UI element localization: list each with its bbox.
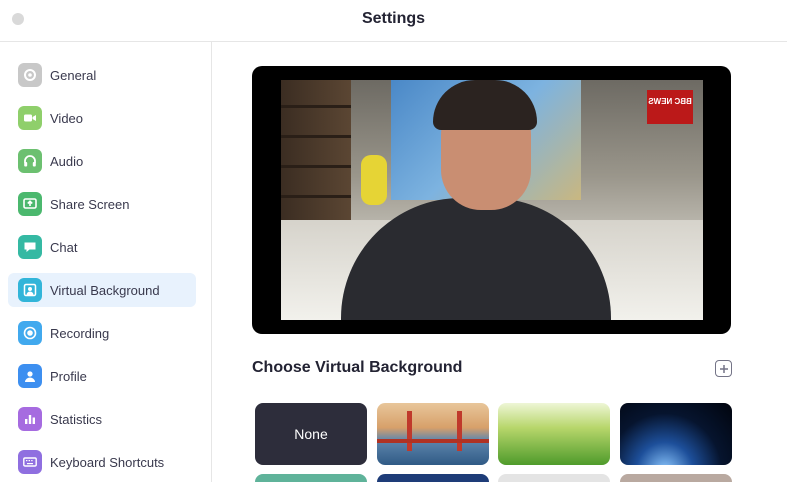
background-option-grass[interactable] — [498, 403, 610, 465]
video-preview: BBC NEWS — [252, 66, 731, 334]
sidebar-item-label: Video — [50, 110, 84, 126]
sidebar-item-statistics[interactable]: Statistics — [8, 402, 196, 436]
background-option-none[interactable]: None — [255, 403, 367, 465]
profile-icon — [18, 364, 42, 388]
settings-sidebar: General Video Audio Share Screen Chat Vi… — [0, 42, 212, 482]
background-option-row2-2[interactable] — [377, 474, 489, 482]
share-screen-icon — [18, 192, 42, 216]
keyboard-icon — [18, 450, 42, 474]
sidebar-item-label: Profile — [50, 368, 87, 384]
person-body — [341, 198, 611, 320]
add-background-button[interactable] — [715, 360, 732, 377]
person-frame-icon — [18, 278, 42, 302]
title-bar: Settings — [0, 0, 787, 42]
camera-feed: BBC NEWS — [281, 80, 703, 320]
chat-bubble-icon — [18, 235, 42, 259]
sidebar-item-keyboard-shortcuts[interactable]: Keyboard Shortcuts — [8, 445, 196, 479]
sidebar-item-label: Statistics — [50, 411, 103, 427]
background-option-row2-1[interactable] — [255, 474, 367, 482]
background-option-golden-gate[interactable] — [377, 403, 489, 465]
sidebar-item-audio[interactable]: Audio — [8, 144, 196, 178]
video-camera-icon — [18, 106, 42, 130]
sidebar-item-label: General — [50, 67, 97, 83]
sidebar-item-label: Recording — [50, 325, 110, 341]
bookshelf — [281, 80, 351, 220]
sidebar-item-label: Share Screen — [50, 196, 130, 212]
sidebar-item-label: Keyboard Shortcuts — [50, 454, 165, 470]
headphones-icon — [18, 149, 42, 173]
news-logo: BBC NEWS — [647, 90, 693, 124]
child-figure — [361, 155, 387, 205]
sidebar-item-general[interactable]: General — [8, 58, 196, 92]
plus-icon — [719, 364, 728, 373]
background-option-space[interactable] — [620, 403, 732, 465]
sidebar-item-profile[interactable]: Profile — [8, 359, 196, 393]
sidebar-item-label: Chat — [50, 239, 78, 255]
record-icon — [18, 321, 42, 345]
sidebar-item-virtual-background[interactable]: Virtual Background — [8, 273, 196, 307]
sidebar-item-label: Virtual Background — [50, 282, 160, 298]
gear-icon — [18, 63, 42, 87]
sidebar-item-video[interactable]: Video — [8, 101, 196, 135]
background-option-row2-3[interactable] — [498, 474, 610, 482]
window-title: Settings — [361, 10, 426, 27]
sidebar-item-recording[interactable]: Recording — [8, 316, 196, 350]
sidebar-item-share-screen[interactable]: Share Screen — [8, 187, 196, 221]
bar-chart-icon — [18, 407, 42, 431]
sidebar-item-chat[interactable]: Chat — [8, 230, 196, 264]
background-option-label: None — [294, 426, 328, 442]
background-option-row2-4[interactable] — [620, 474, 732, 482]
choose-background-title: Choose Virtual Background — [252, 359, 463, 376]
sidebar-item-label: Audio — [50, 153, 84, 169]
